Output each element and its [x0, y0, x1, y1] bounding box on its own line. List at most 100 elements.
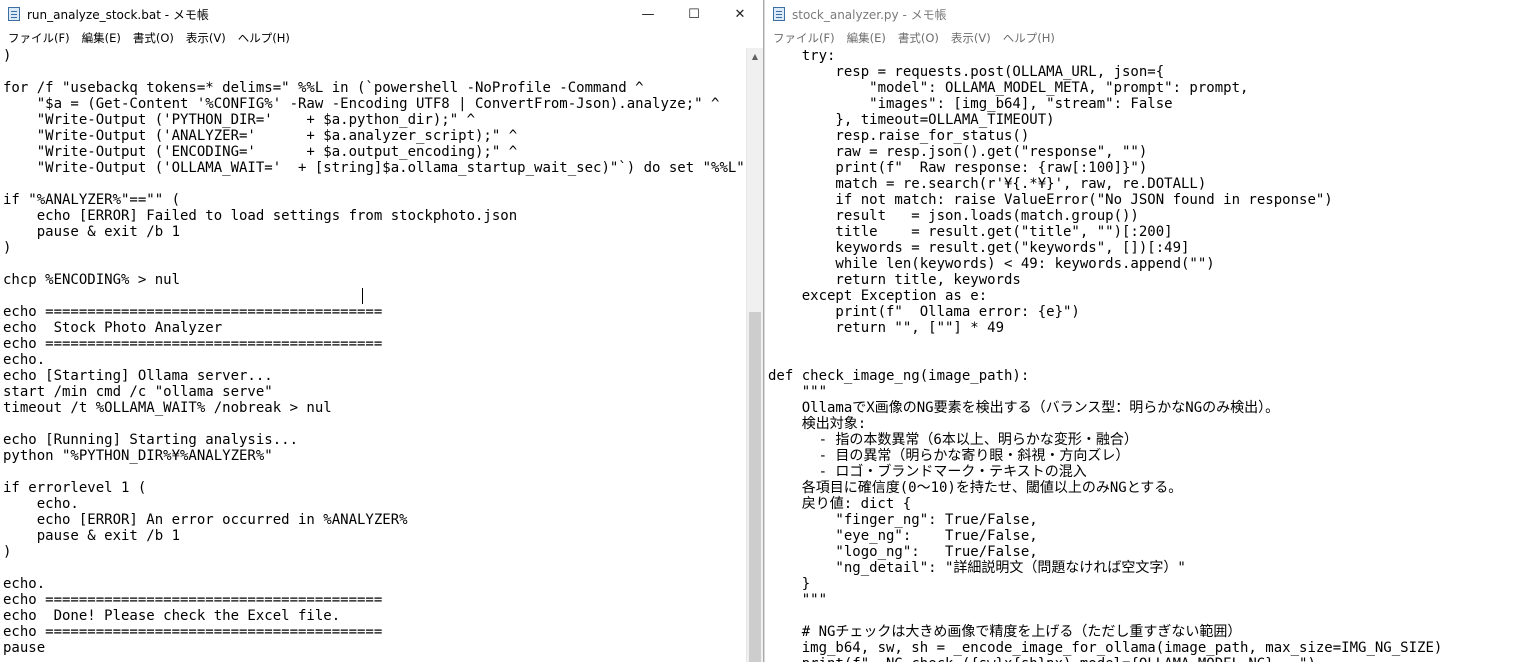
maximize-button[interactable]: ☐	[671, 0, 717, 28]
scroll-thumb[interactable]	[749, 312, 761, 662]
notepad-window-bat: run_analyze_stock.bat - メモ帳 — ☐ ✕ ファイル(F…	[0, 0, 764, 662]
menu-view[interactable]: 表示(V)	[945, 30, 997, 46]
code-line: }	[768, 576, 811, 592]
code-line: )	[3, 544, 12, 560]
menu-bar: ファイル(F) 編集(E) 書式(O) 表示(V) ヘルプ(H)	[0, 28, 763, 48]
code-line: "Write-Output ('ENCODING=' + $a.output_e…	[3, 144, 518, 160]
window-title: run_analyze_stock.bat - メモ帳	[27, 7, 209, 22]
code-line: for /f "usebackq tokens=* delims=" %%L i…	[3, 80, 644, 96]
close-button[interactable]: ✕	[717, 0, 763, 28]
minimize-button[interactable]: —	[625, 0, 671, 28]
window-title: stock_analyzer.py - メモ帳	[792, 7, 947, 22]
code-line: echo [ERROR] Failed to load settings fro…	[3, 208, 518, 224]
code-line: - ロゴ・ブランドマーク・テキストの混入	[768, 464, 1087, 480]
notepad-icon	[8, 7, 20, 21]
code-line: if "%ANALYZER%"=="" (	[3, 192, 181, 208]
code-line: return title, keywords	[768, 272, 1021, 288]
menu-format[interactable]: 書式(O)	[892, 30, 945, 46]
code-line: """	[768, 384, 828, 400]
code-line: echo ===================================…	[3, 624, 383, 640]
code-line: "eye_ng": True/False,	[768, 528, 1038, 544]
code-line: pause	[3, 640, 46, 656]
menu-help[interactable]: ヘルプ(H)	[232, 30, 296, 46]
code-line: print(f" NG check ({sw}x{sh}px) model={O…	[768, 656, 1527, 662]
notepad-icon	[773, 7, 785, 21]
code-line: echo.	[3, 576, 46, 592]
code-line: 検出対象:	[768, 416, 867, 432]
scroll-up-arrow-icon[interactable]: ▲	[747, 48, 763, 65]
code-line: except Exception as e:	[768, 288, 988, 304]
code-line: pause & exit /b 1	[3, 224, 181, 240]
code-line: raw = resp.json().get("response", "")	[768, 144, 1148, 160]
code-line: echo Stock Photo Analyzer	[3, 320, 223, 336]
code-line: title = result.get("title", "")[:200]	[768, 224, 1173, 240]
code-line: "Write-Output ('OLLAMA_WAIT=' + [string]…	[3, 160, 745, 176]
code-line: echo ===================================…	[3, 592, 383, 608]
code-line: img_b64, sw, sh = _encode_image_for_olla…	[768, 640, 1443, 656]
menu-edit[interactable]: 編集(E)	[841, 30, 892, 46]
code-line: 各項目に確信度(0～10)を持たせ、閾値以上のみNGとする。	[768, 480, 1183, 496]
text-caret	[362, 288, 363, 304]
menu-format[interactable]: 書式(O)	[127, 30, 180, 46]
code-line: try:	[768, 48, 836, 64]
code-line: )	[3, 240, 12, 256]
menu-file[interactable]: ファイル(F)	[2, 30, 76, 46]
title-bar[interactable]: stock_analyzer.py - メモ帳	[765, 0, 1527, 28]
code-line: - 指の本数異常（6本以上、明らかな変形・融合）	[768, 432, 1138, 448]
code-line: OllamaでX画像のNG要素を検出する（バランス型：明らかなNGのみ検出）。	[768, 400, 1280, 416]
code-line: "ng_detail": "詳細説明文（問題なければ空文字）"	[768, 560, 1186, 576]
code-line: if errorlevel 1 (	[3, 480, 147, 496]
menu-view[interactable]: 表示(V)	[180, 30, 232, 46]
code-line: """	[768, 592, 828, 608]
code-line: echo ===================================…	[3, 336, 383, 352]
code-line: def check_image_ng(image_path):	[768, 368, 1030, 384]
code-line: echo Done! Please check the Excel file.	[3, 608, 341, 624]
code-text: ) for /f "usebackq tokens=* delims=" %%L…	[0, 48, 763, 656]
text-editor-area[interactable]: try: resp = requests.post(OLLAMA_URL, js…	[765, 48, 1527, 662]
code-line: if not match: raise ValueError("No JSON …	[768, 192, 1333, 208]
notepad-window-py: stock_analyzer.py - メモ帳 ファイル(F) 編集(E) 書式…	[765, 0, 1527, 662]
text-editor-area[interactable]: ) for /f "usebackq tokens=* delims=" %%L…	[0, 48, 763, 662]
code-line: "Write-Output ('PYTHON_DIR=' + $a.python…	[3, 112, 476, 128]
code-line: python "%PYTHON_DIR%¥%ANALYZER%"	[3, 448, 273, 464]
code-line: start /min cmd /c "ollama serve"	[3, 384, 273, 400]
code-line: timeout /t %OLLAMA_WAIT% /nobreak > nul	[3, 400, 332, 416]
code-line: resp = requests.post(OLLAMA_URL, json={	[768, 64, 1165, 80]
menu-edit[interactable]: 編集(E)	[76, 30, 127, 46]
code-line: 戻り値: dict {	[768, 496, 912, 512]
vertical-scrollbar[interactable]: ▲	[746, 48, 763, 662]
code-line: match = re.search(r'¥{.*¥}', raw, re.DOT…	[768, 176, 1207, 192]
code-line: pause & exit /b 1	[3, 528, 181, 544]
code-line: keywords = result.get("keywords", [])[:4…	[768, 240, 1190, 256]
caption-buttons: — ☐ ✕	[625, 0, 763, 28]
code-line: "logo_ng": True/False,	[768, 544, 1038, 560]
menu-help[interactable]: ヘルプ(H)	[997, 30, 1061, 46]
code-line: echo [Starting] Ollama server...	[3, 368, 273, 384]
code-line: echo.	[3, 352, 46, 368]
code-line: "model": OLLAMA_MODEL_META, "prompt": pr…	[768, 80, 1249, 96]
code-line: result = json.loads(match.group())	[768, 208, 1139, 224]
code-line: while len(keywords) < 49: keywords.appen…	[768, 256, 1215, 272]
code-line: echo.	[3, 496, 79, 512]
code-line: print(f" Raw response: {raw[:100]}")	[768, 160, 1148, 176]
code-line: chcp %ENCODING% > nul	[3, 272, 181, 288]
code-line: "finger_ng": True/False,	[768, 512, 1038, 528]
code-line: )	[3, 48, 12, 64]
code-line: }, timeout=OLLAMA_TIMEOUT)	[768, 112, 1055, 128]
code-line: echo ===================================…	[3, 304, 383, 320]
code-line: return "", [""] * 49	[768, 320, 1005, 336]
code-line: - 目の異常（明らかな寄り眼・斜視・方向ズレ）	[768, 448, 1130, 464]
title-bar[interactable]: run_analyze_stock.bat - メモ帳 — ☐ ✕	[0, 0, 763, 28]
code-line: resp.raise_for_status()	[768, 128, 1030, 144]
menu-file[interactable]: ファイル(F)	[767, 30, 841, 46]
